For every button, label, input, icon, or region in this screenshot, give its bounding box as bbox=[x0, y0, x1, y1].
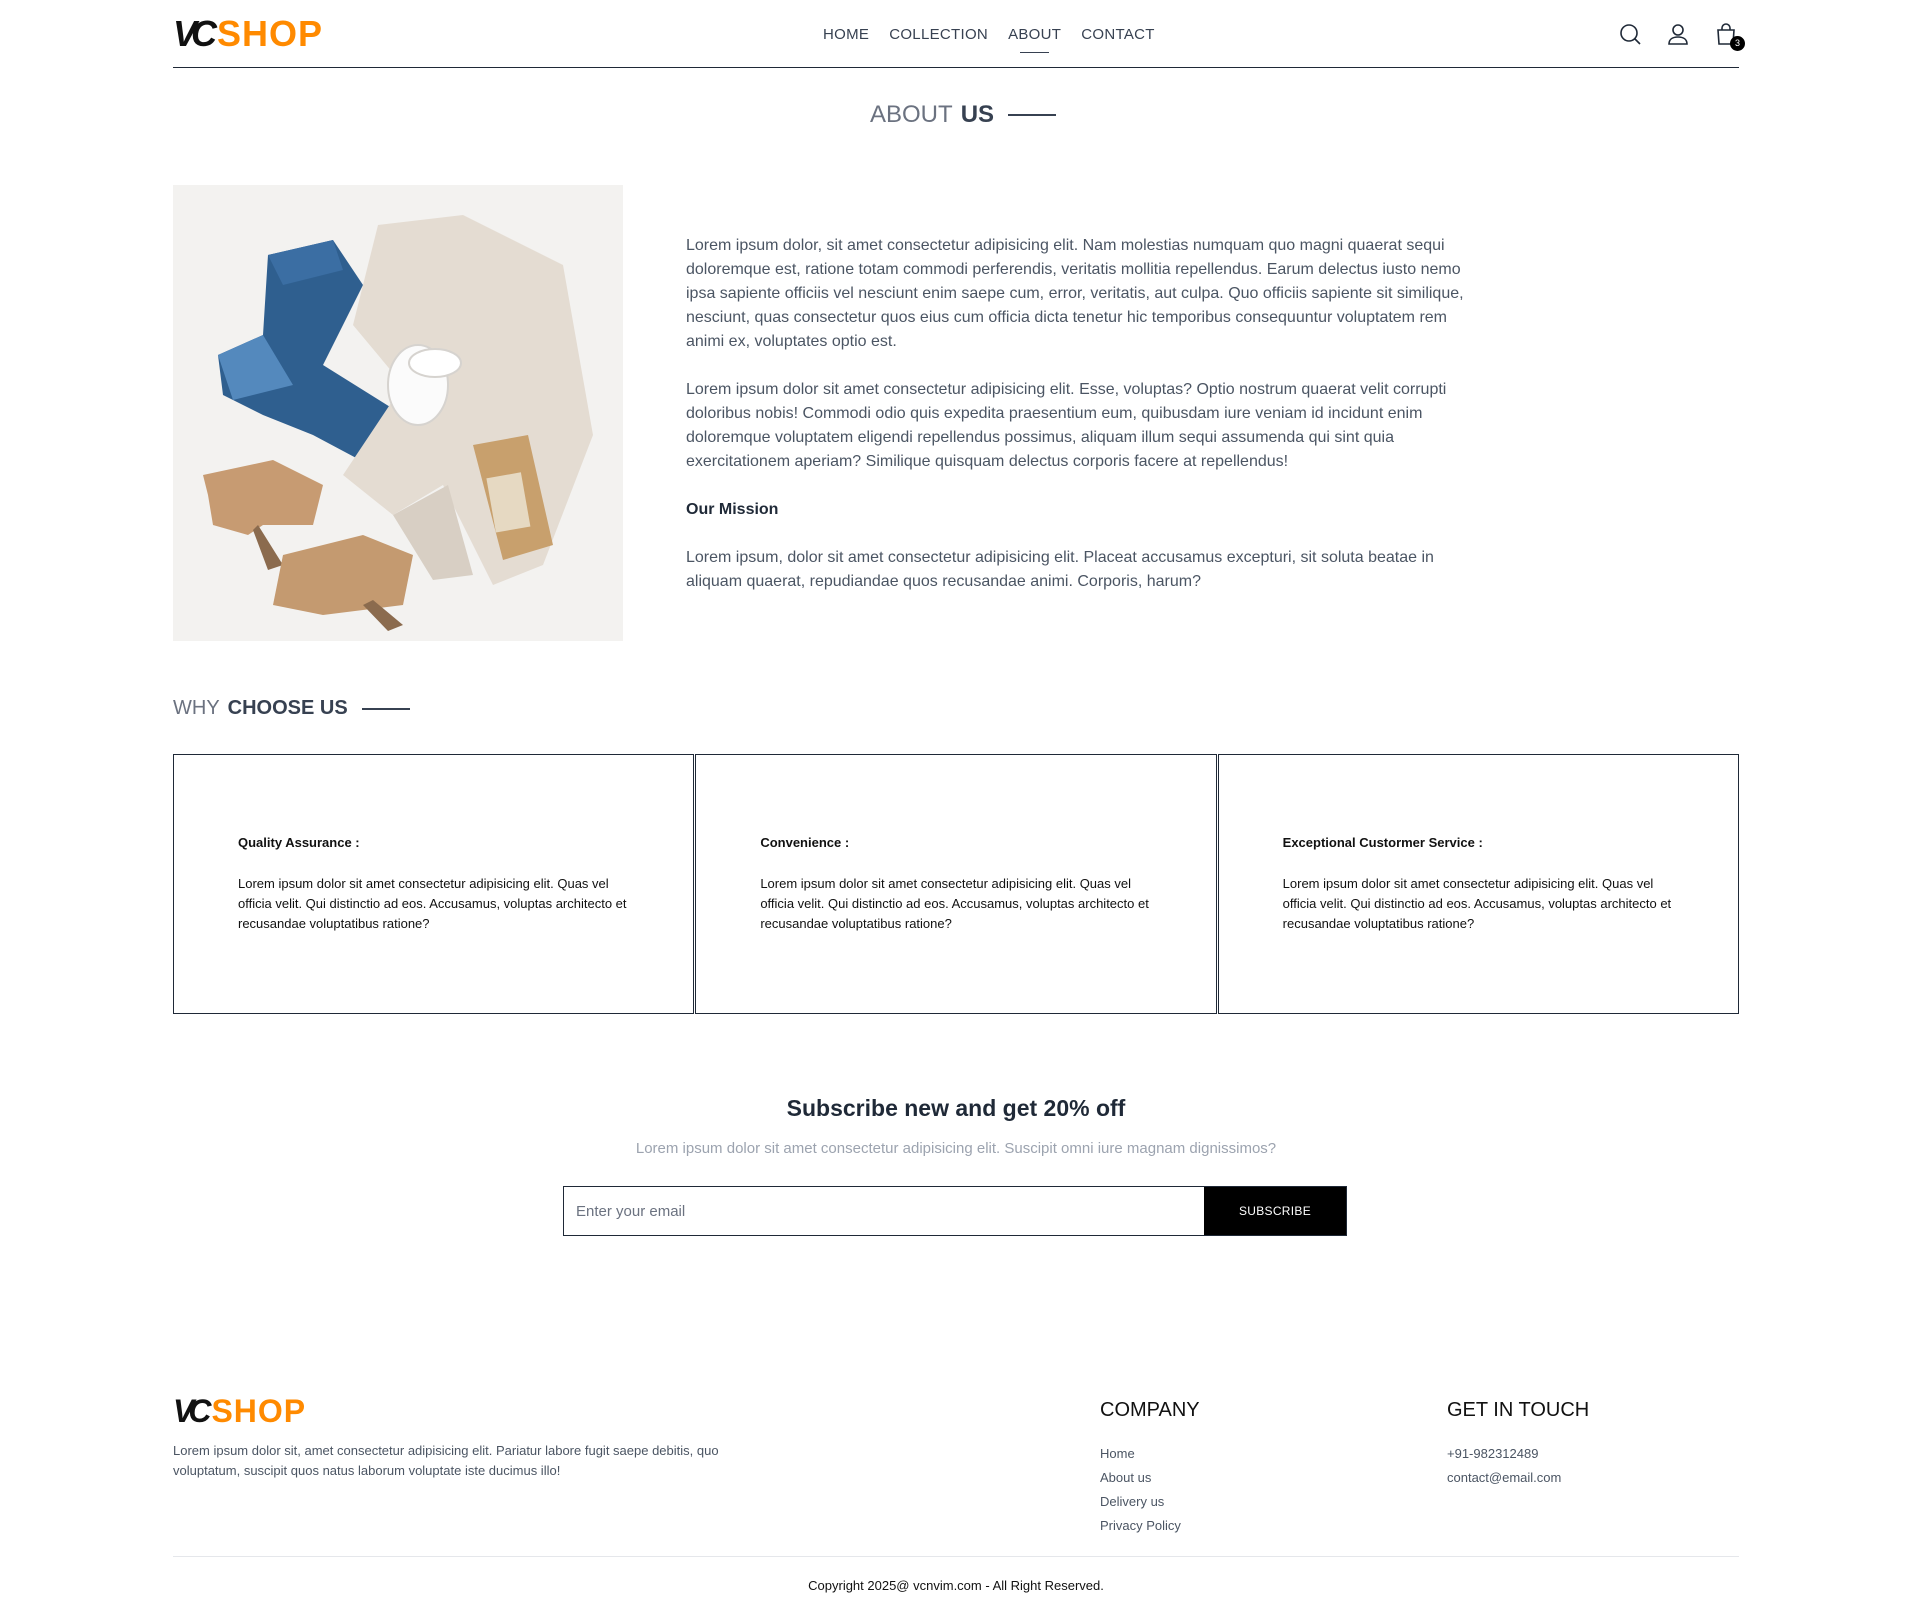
subscribe-title: Subscribe new and get 20% off bbox=[786, 1095, 1126, 1121]
about-paragraph-2: Lorem ipsum dolor sit amet consectetur a… bbox=[686, 381, 1447, 470]
logo-name: SHOP bbox=[217, 12, 324, 54]
site-header: VC SHOP HOME COLLECTION ABOUT CONTACT 3 bbox=[173, 0, 1745, 68]
mission-text: Lorem ipsum, dolor sit amet consectetur … bbox=[686, 549, 1434, 590]
subscribe-button[interactable]: SUBSCRIBE bbox=[1204, 1187, 1346, 1235]
card-text: Lorem ipsum dolor sit amet consectetur a… bbox=[1282, 876, 1672, 931]
subscribe-section: Subscribe new and get 20% off Lorem ipsu… bbox=[0, 1095, 1912, 1157]
feature-card: Exceptional Custormer Service : Lorem ip… bbox=[1217, 754, 1739, 1014]
title-underline bbox=[361, 707, 410, 710]
card-heading: Exceptional Custormer Service : bbox=[1282, 835, 1483, 850]
nav-collection[interactable]: COLLECTION bbox=[889, 26, 988, 43]
clothes-flatlay-image bbox=[173, 185, 623, 641]
card-text: Lorem ipsum dolor sit amet consectetur a… bbox=[238, 876, 627, 931]
copyright: Copyright 2025@ vcnvim.com - All Right R… bbox=[808, 1578, 1104, 1593]
why-title-bold: CHOOSE US bbox=[227, 697, 348, 719]
logo-name: SHOP bbox=[211, 1393, 307, 1429]
subscribe-description: Lorem ipsum dolor sit amet consectetur a… bbox=[635, 1140, 1277, 1157]
user-icon[interactable] bbox=[1665, 21, 1691, 47]
card-text: Lorem ipsum dolor sit amet consectetur a… bbox=[760, 876, 1149, 931]
brand-logo[interactable]: VC SHOP bbox=[173, 12, 324, 54]
footer-link-about[interactable]: About us bbox=[1100, 1466, 1200, 1490]
footer-description: Lorem ipsum dolor sit, amet consectetur … bbox=[173, 1443, 719, 1478]
why-title-light: WHY bbox=[173, 697, 220, 719]
about-section-title: ABOUT US bbox=[870, 101, 1057, 129]
footer-logo[interactable]: VC SHOP bbox=[173, 1395, 306, 1427]
nav-about[interactable]: ABOUT bbox=[1008, 26, 1061, 53]
main-nav: HOME COLLECTION ABOUT CONTACT bbox=[823, 0, 1155, 68]
header-icons: 3 bbox=[1617, 21, 1745, 51]
about-paragraph-1: Lorem ipsum dolor, sit amet consectetur … bbox=[686, 237, 1464, 350]
footer-link-privacy[interactable]: Privacy Policy bbox=[1100, 1514, 1200, 1538]
feature-card: Quality Assurance : Lorem ipsum dolor si… bbox=[173, 754, 695, 1014]
card-heading: Convenience : bbox=[760, 835, 850, 850]
search-icon[interactable] bbox=[1617, 21, 1643, 47]
footer-company: COMPANY Home About us Delivery us Privac… bbox=[1100, 1399, 1200, 1538]
contact-phone[interactable]: +91-982312489 bbox=[1447, 1442, 1589, 1466]
contact-heading: GET IN TOUCH bbox=[1447, 1399, 1590, 1421]
why-section-title: WHY CHOOSE US bbox=[173, 697, 410, 720]
mission-heading: Our Mission bbox=[686, 501, 779, 518]
why-cards: Quality Assurance : Lorem ipsum dolor si… bbox=[173, 754, 1739, 1014]
about-title-light: ABOUT bbox=[870, 101, 953, 128]
nav-home[interactable]: HOME bbox=[823, 26, 869, 43]
title-underline bbox=[1008, 114, 1057, 116]
footer-link-home[interactable]: Home bbox=[1100, 1442, 1200, 1466]
card-heading: Quality Assurance : bbox=[238, 835, 360, 850]
cart-count-badge: 3 bbox=[1730, 35, 1745, 51]
contact-email[interactable]: contact@email.com bbox=[1447, 1466, 1589, 1490]
shopping-bag-icon[interactable]: 3 bbox=[1713, 21, 1745, 51]
subscribe-form: SUBSCRIBE bbox=[563, 1186, 1347, 1236]
logo-prefix: VC bbox=[173, 12, 217, 54]
footer-divider bbox=[173, 1556, 1739, 1557]
email-input[interactable] bbox=[564, 1187, 1204, 1235]
nav-contact[interactable]: CONTACT bbox=[1081, 26, 1154, 43]
about-text: Lorem ipsum dolor, sit amet consectetur … bbox=[686, 234, 1466, 618]
logo-prefix: VC bbox=[173, 1393, 212, 1429]
company-heading: COMPANY bbox=[1100, 1399, 1200, 1421]
feature-card: Convenience : Lorem ipsum dolor sit amet… bbox=[695, 754, 1217, 1014]
about-title-bold: US bbox=[960, 101, 995, 128]
footer-contact: GET IN TOUCH +91-982312489 contact@email… bbox=[1447, 1399, 1589, 1490]
footer-link-delivery[interactable]: Delivery us bbox=[1100, 1490, 1200, 1514]
